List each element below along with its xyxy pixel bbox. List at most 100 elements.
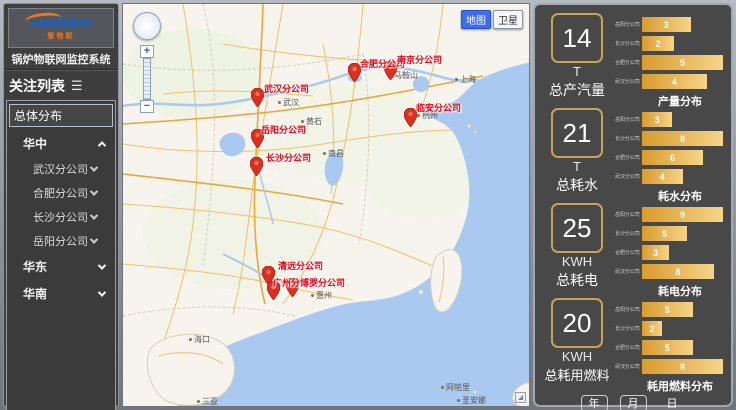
watch-list-label: 关注列表	[9, 76, 65, 96]
chevron-down-icon	[90, 163, 98, 171]
stat-value: 21	[563, 118, 592, 149]
bar: 4	[642, 169, 683, 184]
sidebar-item-changsha[interactable]: 长沙分公司	[7, 205, 115, 229]
stat-card-fuel: 20 KWH 总耗用燃料 岳阳分公司5 长沙分公司2 合肥分公司5 武汉分公司8…	[539, 295, 727, 390]
bar: 3	[642, 112, 672, 127]
bar-value: 3	[664, 20, 669, 30]
bar-value: 5	[680, 58, 685, 68]
month-button[interactable]: 月	[620, 395, 647, 410]
bar-label: 合肥分公司	[615, 59, 632, 66]
zoom-in-button[interactable]: +	[140, 45, 154, 58]
city-label: 南昌	[323, 148, 344, 159]
sidebar-group-huadong[interactable]: 华东	[7, 253, 115, 280]
marker-label-qingyuan[interactable]: 清远分公司	[278, 259, 323, 272]
system-title: 锅炉物联网监控系统	[4, 50, 118, 70]
stat-value: 25	[563, 213, 592, 244]
map-pin-wuhan[interactable]	[251, 88, 264, 107]
bar-track: 9	[642, 207, 723, 222]
chevron-down-icon	[98, 288, 106, 296]
group-label: 华南	[23, 285, 47, 302]
bar: 5	[642, 55, 723, 70]
bar-label: 武汉分公司	[615, 363, 632, 370]
bar-track: 5	[642, 302, 723, 317]
city-label: 武汉	[278, 97, 299, 108]
map-type-satellite-button[interactable]: 卫星	[493, 10, 523, 29]
day-button[interactable]: 日	[659, 395, 686, 410]
sidebar-item-wuhan[interactable]: 武汉分公司	[7, 157, 115, 181]
bar-track: 3	[642, 17, 723, 32]
watch-list-panel: 总体分布 华中 武汉分公司 合肥分公司 长沙分公司 岳阳分公司 华东 华南	[6, 100, 116, 410]
bar-label: 武汉分公司	[615, 173, 632, 180]
bar-track: 5	[642, 226, 723, 241]
bar-label: 岳阳分公司	[615, 211, 632, 218]
bar-label: 长沙分公司	[615, 40, 632, 47]
sidebar-item-yueyang[interactable]: 岳阳分公司	[7, 229, 115, 253]
sidebar-item-overall[interactable]: 总体分布	[9, 104, 113, 127]
bar-label: 武汉分公司	[615, 268, 632, 275]
map-type-map-button[interactable]: 地图	[461, 10, 491, 29]
bar-track: 8	[642, 359, 723, 374]
bar-value: 8	[675, 267, 680, 277]
city-label: 惠州	[311, 290, 332, 301]
stat-label: 总耗用燃料	[544, 365, 609, 384]
child-label: 合肥分公司	[33, 185, 88, 201]
bar-track: 5	[642, 55, 723, 70]
marker-label-nanjing[interactable]: 南京分公司	[397, 53, 442, 66]
chevron-down-icon	[90, 187, 98, 195]
bar-value: 3	[653, 248, 658, 258]
pan-down-icon[interactable]	[144, 29, 150, 35]
basemap-tiles	[123, 4, 530, 407]
bar-value: 8	[680, 362, 685, 372]
company-logo: mixlinker 智物联	[8, 8, 114, 48]
bar: 5	[642, 302, 693, 317]
bar-label: 合肥分公司	[615, 249, 632, 256]
sidebar-group-huanan[interactable]: 华南	[7, 280, 115, 307]
stat-label: 总产汽量	[549, 80, 605, 100]
bar: 5	[642, 226, 687, 241]
marker-label-changsha[interactable]: 长沙分公司	[266, 151, 311, 164]
bar-track: 2	[642, 321, 723, 336]
bar: 3	[642, 245, 669, 260]
stat-value: 20	[563, 308, 592, 339]
city-label: 阿帕里	[441, 382, 470, 393]
map-pin-changsha[interactable]	[250, 157, 263, 176]
bar-value: 5	[665, 343, 670, 353]
bar-track: 4	[642, 74, 723, 89]
year-button[interactable]: 年	[581, 395, 608, 410]
marker-label-linan[interactable]: 临安分公司	[416, 101, 461, 114]
marker-label-wuhan[interactable]: 武汉分公司	[264, 82, 309, 95]
marker-label-yueyang[interactable]: 岳阳分公司	[261, 123, 306, 136]
bar: 8	[642, 264, 714, 279]
pan-right-icon[interactable]	[150, 23, 156, 29]
sidebar-group-huazhong[interactable]: 华中	[7, 130, 115, 157]
bar-label: 长沙分公司	[615, 135, 632, 142]
bar-chart-fuel: 岳阳分公司5 长沙分公司2 合肥分公司5 武汉分公司8 耗用燃料分布	[615, 295, 727, 390]
zoom-slider[interactable]	[143, 58, 151, 100]
stat-value: 14	[563, 23, 592, 54]
zoom-out-button[interactable]: −	[140, 100, 154, 113]
stat-unit: T	[573, 65, 581, 79]
chart-title: 耗用燃料分布	[615, 378, 723, 394]
pan-left-icon[interactable]	[138, 23, 144, 29]
stat-card-electricity: 25 KWH 总耗电 岳阳分公司9 长沙分公司5 合肥分公司3 武汉分公司8 耗…	[539, 200, 727, 295]
stat-unit: KWH	[562, 255, 592, 269]
bar: 6	[642, 150, 703, 165]
logo-subtext: 智物联	[48, 31, 75, 41]
sidebar-item-hefei[interactable]: 合肥分公司	[7, 181, 115, 205]
bar-value: 5	[665, 305, 670, 315]
bar: 2	[642, 36, 674, 51]
marker-label-boluo[interactable]: 博罗分公司	[300, 276, 345, 289]
map-pan-control[interactable]	[133, 12, 161, 40]
bar: 2	[642, 321, 662, 336]
bar-value: 2	[650, 324, 655, 334]
stat-unit: KWH	[562, 350, 592, 364]
map-corner-resize-icon[interactable]	[515, 392, 526, 403]
stat-value-box: 25	[551, 203, 603, 253]
stat-value-box: 21	[551, 108, 603, 158]
map-canvas[interactable]: 上海 杭州 马鞍山 武汉 黄石 南昌 惠州 海口 三亚 阿帕里 圣安娜 武汉分公…	[122, 3, 530, 407]
bar: 4	[642, 74, 707, 89]
bar-track: 5	[642, 340, 723, 355]
stat-label: 总耗水	[556, 175, 598, 195]
bar-track: 3	[642, 112, 723, 127]
bar-chart-production: 岳阳分公司3 长沙分公司2 合肥分公司5 武汉分公司4 产量分布	[615, 10, 727, 105]
